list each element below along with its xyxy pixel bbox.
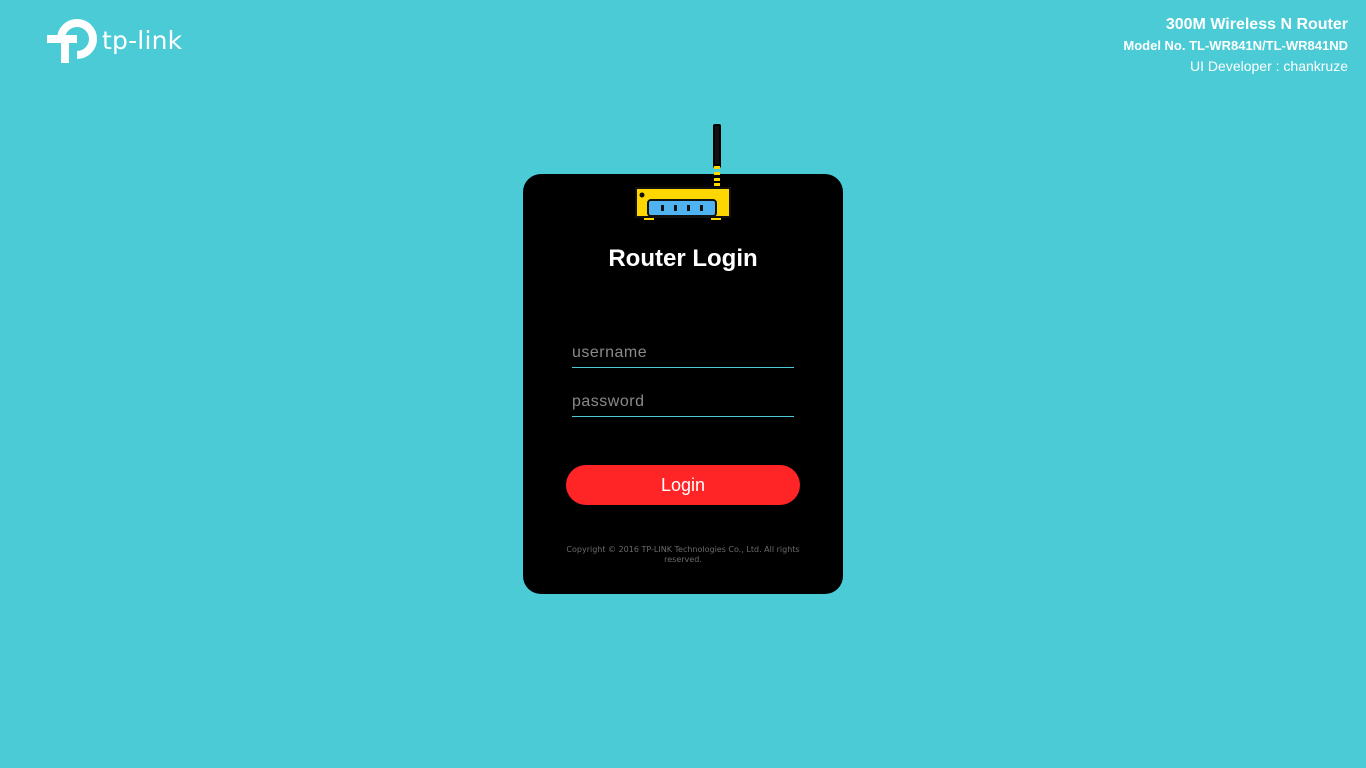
model-number: Model No. TL-WR841N/TL-WR841ND [1123,38,1348,53]
brand-name: tp-link [102,25,183,55]
tp-link-logo: tp-link [46,14,182,64]
username-input[interactable] [572,339,794,368]
login-title: Router Login [608,245,758,272]
router-icon-wrapper [635,124,731,227]
product-name: 300M Wireless N Router [1165,16,1348,33]
router-icon [635,124,731,220]
login-button[interactable]: Login [566,465,800,505]
password-input[interactable] [572,388,794,417]
login-card: Router Login Login Copyright © 2016 TP-L… [523,174,843,594]
header-info: 300M Wireless N Router Model No. TL-WR84… [1123,16,1348,74]
developer-credit: UI Developer : chankruze [1190,58,1348,74]
tp-link-logo-icon [47,19,97,63]
copyright-text: Copyright © 2016 TP-LINK Technologies Co… [566,545,800,564]
